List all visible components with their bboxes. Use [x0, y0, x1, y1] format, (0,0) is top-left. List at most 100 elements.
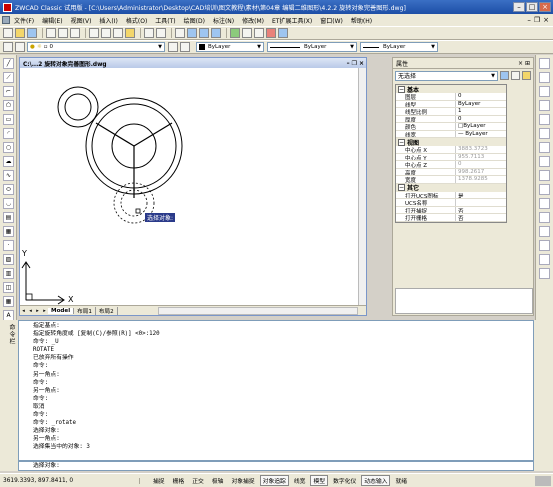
- digitizer-button[interactable]: 数字化仪: [330, 475, 359, 486]
- document-icon[interactable]: [2, 16, 10, 24]
- dw-close-button[interactable]: ×: [359, 60, 364, 67]
- region-icon[interactable]: ◫: [3, 282, 14, 293]
- prop-row[interactable]: 打开UCS图标是: [396, 191, 506, 199]
- properties-icon[interactable]: [230, 28, 240, 38]
- arc-icon[interactable]: ◜: [3, 128, 14, 139]
- osnap-button[interactable]: 对象捕捉: [228, 475, 257, 486]
- zoom-realtime-icon[interactable]: [187, 28, 197, 38]
- tray-settings-icon[interactable]: [535, 475, 551, 486]
- minimize-button[interactable]: –: [513, 2, 525, 12]
- publish-icon[interactable]: [70, 28, 80, 38]
- lineweight-combo[interactable]: ByLayer ▼: [360, 42, 438, 52]
- doc-minimize-button[interactable]: –: [527, 16, 531, 24]
- line-icon[interactable]: ╱: [3, 58, 14, 69]
- model-button[interactable]: 模型: [310, 475, 329, 486]
- prop-row[interactable]: 颜色 □ByLayer: [396, 123, 506, 131]
- ellipse-icon[interactable]: ⬭: [3, 184, 14, 195]
- move-icon[interactable]: [539, 128, 550, 139]
- prop-row[interactable]: 打开捕捉否: [396, 206, 506, 214]
- offset-icon[interactable]: [539, 100, 550, 111]
- spoke-right[interactable]: [133, 122, 173, 147]
- doc-restore-button[interactable]: ❐: [534, 16, 540, 24]
- tab-layout2[interactable]: 布局2: [96, 306, 118, 315]
- gradient-icon[interactable]: ▥: [3, 268, 14, 279]
- model-space-canvas[interactable]: Y X 选择对象:: [20, 68, 366, 305]
- redo-icon[interactable]: [156, 28, 166, 38]
- command-input[interactable]: 选择对象:: [18, 461, 534, 471]
- toggle-pickadd-icon[interactable]: [500, 71, 509, 80]
- layer-manager-icon[interactable]: [3, 42, 13, 52]
- stretch-icon[interactable]: [539, 170, 550, 181]
- menu-tools[interactable]: 工具(T): [155, 16, 175, 25]
- new-file-icon[interactable]: [3, 28, 13, 38]
- hatch-icon[interactable]: ▨: [3, 254, 14, 265]
- break-icon[interactable]: [539, 212, 550, 223]
- prop-row[interactable]: 厚度 0: [396, 115, 506, 123]
- spline-icon[interactable]: ∿: [3, 170, 14, 181]
- print-icon[interactable]: [46, 28, 56, 38]
- section-view[interactable]: − 视图: [396, 138, 506, 147]
- help-icon[interactable]: [278, 28, 288, 38]
- ortho-button[interactable]: 正交: [189, 475, 207, 486]
- section-misc[interactable]: − 其它: [396, 183, 506, 192]
- ellipse-arc-icon[interactable]: ◡: [3, 198, 14, 209]
- xline-icon[interactable]: ⟋: [3, 72, 14, 83]
- point-icon[interactable]: ·: [3, 240, 14, 251]
- polar-button[interactable]: 极轴: [209, 475, 227, 486]
- calculator-icon[interactable]: [266, 28, 276, 38]
- design-center-icon[interactable]: [242, 28, 252, 38]
- table-icon[interactable]: ▦: [3, 296, 14, 307]
- quick-select-icon[interactable]: [522, 71, 531, 80]
- insert-block-icon[interactable]: ▤: [3, 212, 14, 223]
- paste-icon[interactable]: [113, 28, 123, 38]
- menu-draw[interactable]: 绘图(D): [184, 16, 205, 25]
- collapse-icon[interactable]: −: [398, 85, 405, 93]
- otrack-button[interactable]: 对象追踪: [259, 475, 289, 486]
- menu-format[interactable]: 格式(O): [126, 16, 147, 25]
- prop-row[interactable]: 线型 ByLayer: [396, 100, 506, 108]
- first-tab-icon[interactable]: ◂: [20, 308, 27, 314]
- tab-layout1[interactable]: 布局1: [74, 306, 96, 315]
- zoom-window-icon[interactable]: [199, 28, 209, 38]
- trim-icon[interactable]: [539, 184, 550, 195]
- scale-icon[interactable]: [539, 156, 550, 167]
- rotate-icon[interactable]: [539, 142, 550, 153]
- dw-minimize-button[interactable]: –: [347, 60, 350, 67]
- chamfer-icon[interactable]: [539, 240, 550, 251]
- prop-row[interactable]: 线型比例 1: [396, 108, 506, 116]
- array-icon[interactable]: [539, 114, 550, 125]
- menu-insert[interactable]: 插入(I): [99, 16, 117, 25]
- make-block-icon[interactable]: ▦: [3, 226, 14, 237]
- prop-row[interactable]: 高度 998.2617: [396, 168, 506, 176]
- fillet-icon[interactable]: [539, 254, 550, 265]
- small-circle-outer[interactable]: [57, 86, 99, 128]
- dw-restore-button[interactable]: ❐: [352, 60, 357, 67]
- doc-close-button[interactable]: ×: [543, 16, 549, 24]
- linetype-combo[interactable]: ByLayer ▼: [267, 42, 357, 52]
- circle-icon[interactable]: ○: [3, 142, 14, 153]
- copy-object-icon[interactable]: [539, 72, 550, 83]
- grid-button[interactable]: 栅格: [170, 475, 188, 486]
- lineweight-button[interactable]: 线宽: [291, 475, 309, 486]
- menu-window[interactable]: 窗口(W): [320, 16, 343, 25]
- spoke-left[interactable]: [95, 122, 135, 147]
- close-button[interactable]: ×: [539, 2, 551, 12]
- match-properties-icon[interactable]: [125, 28, 135, 38]
- prop-row[interactable]: 中心点 X 3883.3723: [396, 146, 506, 154]
- color-combo[interactable]: ByLayer ▼: [196, 42, 264, 52]
- copy-icon[interactable]: [101, 28, 111, 38]
- cloud-icon[interactable]: ☁: [3, 156, 14, 167]
- menu-help[interactable]: 帮助(H): [351, 16, 372, 25]
- last-tab-icon[interactable]: ▸: [41, 308, 48, 314]
- pan-icon[interactable]: [175, 28, 185, 38]
- prop-row[interactable]: 中心点 Y 955.7113: [396, 153, 506, 161]
- menu-modify[interactable]: 修改(M): [242, 16, 264, 25]
- prop-row[interactable]: UCS名称: [396, 199, 506, 207]
- selection-dropdown[interactable]: 无选择 ▼: [395, 70, 498, 81]
- zoom-previous-icon[interactable]: [211, 28, 221, 38]
- explode-icon[interactable]: [539, 268, 550, 279]
- rectangle-icon[interactable]: ▭: [3, 114, 14, 125]
- menu-edit[interactable]: 编辑(E): [42, 16, 62, 25]
- mirror-icon[interactable]: [539, 86, 550, 97]
- menu-file[interactable]: 文件(F): [14, 16, 34, 25]
